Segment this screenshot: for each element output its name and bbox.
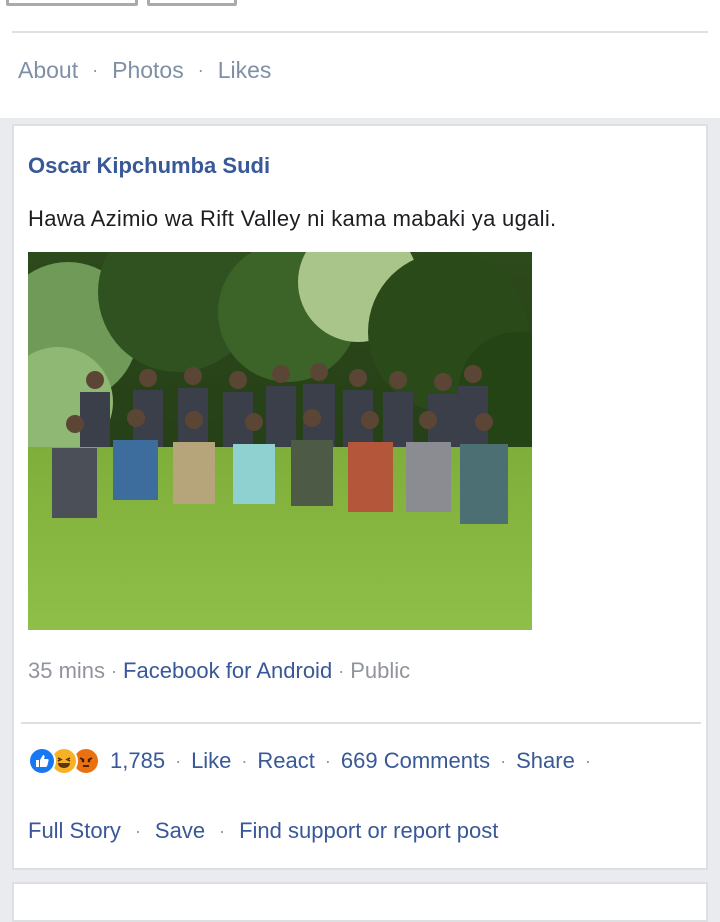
post-actions-row-2: Full Story · Save · Find support or repo… <box>28 814 498 848</box>
nav-separator: · <box>92 59 99 80</box>
post-meta: 35 mins · Facebook for Android · Public <box>28 658 410 684</box>
post-actions-row: 1,785 · Like · React · 669 Comments · Sh… <box>28 744 601 778</box>
action-separator: · <box>219 820 226 841</box>
nav-separator: · <box>197 59 204 80</box>
action-separator: · <box>175 750 182 771</box>
nav-about-link[interactable]: About <box>18 57 78 84</box>
meta-separator: · <box>111 660 118 681</box>
report-post-link[interactable]: Find support or report post <box>239 818 498 844</box>
post-time[interactable]: 35 mins <box>28 658 105 684</box>
action-separator: · <box>134 820 141 841</box>
profile-more-button[interactable] <box>147 0 237 6</box>
like-button[interactable]: Like <box>191 748 231 774</box>
next-post-card <box>12 882 708 922</box>
post-author[interactable]: Oscar Kipchumba Sudi <box>28 153 270 179</box>
share-button[interactable]: Share <box>516 748 575 774</box>
card-divider <box>21 722 701 724</box>
post-card: Oscar Kipchumba Sudi Hawa Azimio wa Rift… <box>12 124 708 870</box>
comments-link[interactable]: 669 Comments <box>341 748 490 774</box>
action-separator: · <box>500 750 507 771</box>
profile-nav: About · Photos · Likes <box>18 55 271 85</box>
nav-likes-link[interactable]: Likes <box>218 57 272 84</box>
reaction-summary[interactable] <box>28 747 100 775</box>
action-separator: · <box>241 750 248 771</box>
post-text: Hawa Azimio wa Rift Valley ni kama mabak… <box>28 206 557 231</box>
header-divider <box>12 31 708 33</box>
save-button[interactable]: Save <box>155 818 205 844</box>
action-separator: · <box>324 750 331 771</box>
group-photo-image <box>28 252 532 630</box>
meta-separator: · <box>338 660 345 681</box>
post-privacy: Public <box>350 658 411 683</box>
full-story-link[interactable]: Full Story <box>28 818 121 844</box>
nav-photos-link[interactable]: Photos <box>112 57 184 84</box>
post-via-link[interactable]: Facebook for Android <box>123 658 332 684</box>
profile-header: About · Photos · Likes <box>0 0 720 118</box>
action-separator: · <box>584 750 591 771</box>
profile-button[interactable] <box>6 0 138 6</box>
react-button[interactable]: React <box>257 748 314 774</box>
like-icon <box>28 747 56 775</box>
reaction-count[interactable]: 1,785 <box>110 748 165 774</box>
post-photo[interactable] <box>28 252 532 630</box>
